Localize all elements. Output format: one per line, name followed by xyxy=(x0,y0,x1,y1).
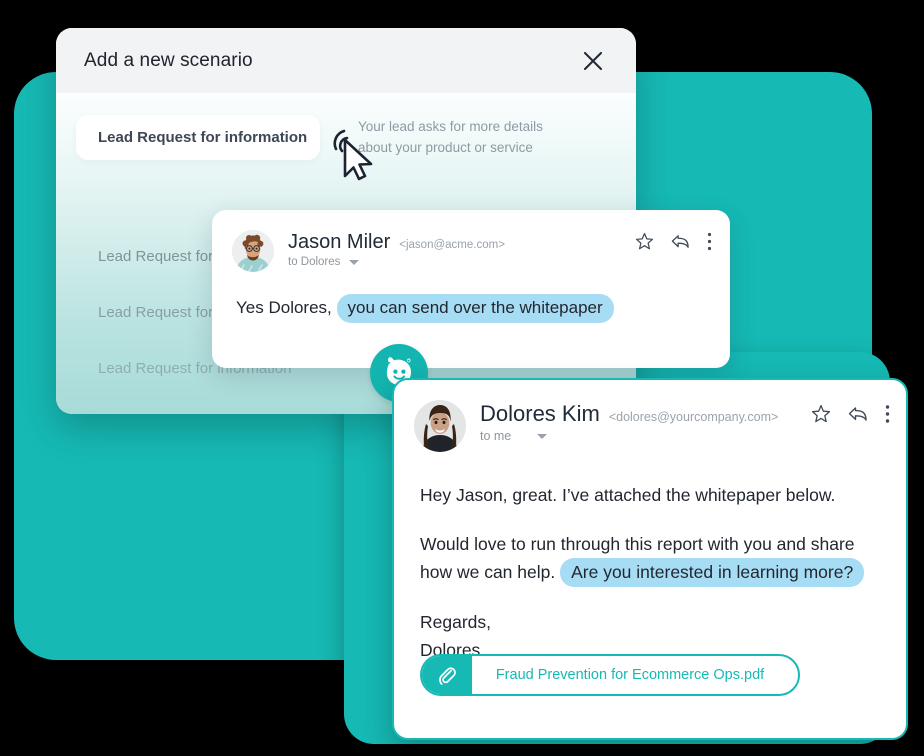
chevron-down-icon[interactable] xyxy=(349,259,360,265)
scenario-description: Your lead asks for more details about yo… xyxy=(358,118,543,155)
email-paragraph-1: Hey Jason, great. I’ve attached the whit… xyxy=(420,485,836,505)
email-actions-jason xyxy=(635,232,712,251)
reply-icon[interactable] xyxy=(847,404,869,424)
recipient-label: to Dolores xyxy=(288,256,341,268)
signoff-line-1: Regards, xyxy=(420,612,492,633)
email-card-dolores: Dolores Kim <dolores@yourcompany.com> to… xyxy=(392,378,908,740)
reply-icon[interactable] xyxy=(670,232,691,251)
scene-root: Add a new scenario Lead Request for info… xyxy=(0,0,924,756)
paperclip-icon xyxy=(422,656,472,694)
more-vertical-icon[interactable] xyxy=(707,232,712,251)
modal-header: Add a new scenario xyxy=(56,28,636,93)
email-actions-dolores xyxy=(811,404,890,424)
email-card-jason: Jason Miler <jason@acme.com> to Dolores xyxy=(212,210,730,368)
attachment-filename: Fraud Prevention for Ecommerce Ops.pdf xyxy=(495,667,765,683)
sender-name: Jason Miler xyxy=(288,231,391,253)
chevron-down-icon[interactable] xyxy=(537,433,548,439)
sender-email: <dolores@yourcompany.com> xyxy=(608,410,779,424)
close-icon[interactable] xyxy=(576,44,610,78)
scenario-option-selected[interactable]: Lead Request for information xyxy=(76,115,320,160)
avatar xyxy=(232,230,274,272)
recipient-label: to me xyxy=(480,429,512,443)
email-body-highlight: you can send over the whitepaper xyxy=(336,294,614,323)
email-body-dolores: Hey Jason, great. I’ve attached the whit… xyxy=(394,452,906,664)
email-body-prefix: Yes Dolores, xyxy=(236,298,332,317)
email-body-highlight: Are you interested in learning more? xyxy=(560,558,865,588)
avatar xyxy=(414,400,466,452)
star-icon[interactable] xyxy=(635,232,654,251)
star-icon[interactable] xyxy=(811,404,831,424)
email-body-jason: Yes Dolores, you can send over the white… xyxy=(212,272,730,323)
active-scenario-row: Lead Request for information Your lead a… xyxy=(56,115,636,160)
email-header-jason: Jason Miler <jason@acme.com> to Dolores xyxy=(212,210,730,272)
attachment-chip[interactable]: Fraud Prevention for Ecommerce Ops.pdf xyxy=(420,654,800,696)
page-title: Add a new scenario xyxy=(84,49,253,71)
email-paragraph-2: Would love to run through this report wi… xyxy=(420,531,880,588)
sender-email: <jason@acme.com> xyxy=(399,239,505,251)
more-vertical-icon[interactable] xyxy=(885,404,890,424)
sender-name: Dolores Kim xyxy=(480,401,600,426)
sender-block: Dolores Kim <dolores@yourcompany.com> to… xyxy=(480,400,778,443)
scenario-option-label: Lead Request for information xyxy=(98,129,308,146)
email-header-dolores: Dolores Kim <dolores@yourcompany.com> to… xyxy=(394,380,906,452)
sender-block: Jason Miler <jason@acme.com> to Dolores xyxy=(288,230,505,268)
